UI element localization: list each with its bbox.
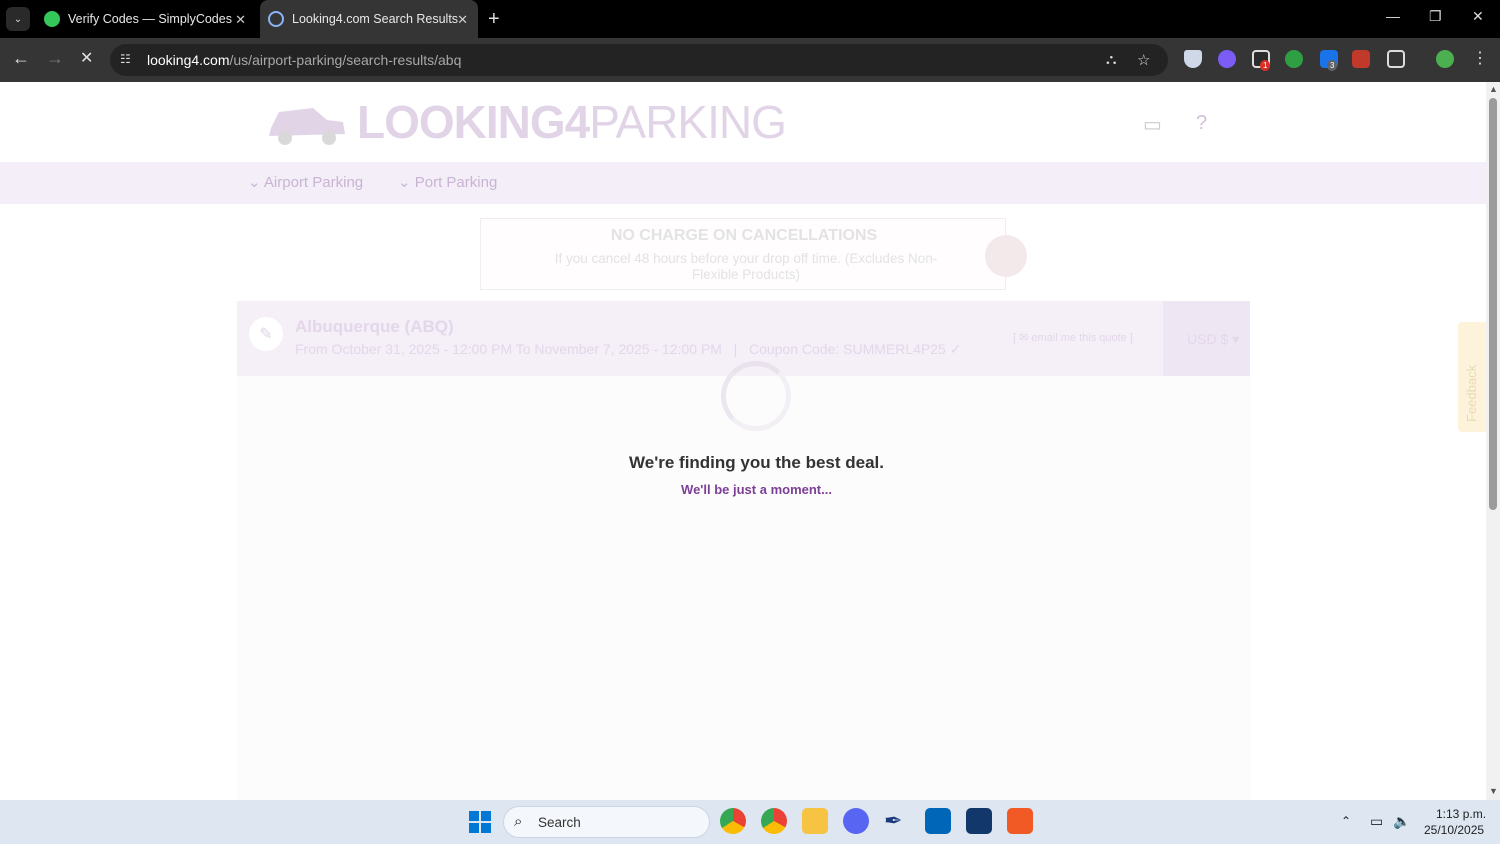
car-logo-icon (269, 108, 345, 145)
thumbs-up-icon (985, 235, 1027, 277)
chrome-profile-taskbar-icon[interactable] (761, 808, 787, 834)
page-scrollbar[interactable]: ▲ ▼ (1486, 82, 1500, 800)
manage-booking-icon[interactable]: ▭ (1143, 112, 1162, 137)
moment-text: We'll be just a moment... (681, 482, 832, 497)
vscode-icon[interactable] (925, 808, 951, 834)
cancellation-text: If you cancel 48 hours before your drop … (554, 251, 938, 282)
cancellation-title: NO CHARGE ON CANCELLATIONS (610, 227, 878, 244)
bookmark-star-icon[interactable]: ☆ (1137, 51, 1150, 69)
menu-icon[interactable]: ⋮ (1472, 48, 1488, 68)
currency-select[interactable]: USD $ ▾ (1163, 301, 1250, 376)
clock-date[interactable]: 25/10/2025 (1424, 823, 1484, 837)
tab-title: Looking4.com Search Results (292, 12, 459, 26)
extension-badge: 3 (1327, 60, 1338, 71)
file-explorer-icon[interactable] (802, 808, 828, 834)
taskbar-search[interactable]: ⌕ Search (503, 806, 710, 838)
stop-loading-icon[interactable]: ✕ (80, 48, 93, 68)
forward-icon[interactable]: → (46, 48, 64, 69)
loading-spinner (721, 361, 791, 431)
browser-toolbar: ← → ✕ ☷ looking4.com/us/airport-parking/… (0, 38, 1500, 82)
close-tab-icon[interactable]: ✕ (457, 12, 468, 28)
cancellation-banner: NO CHARGE ON CANCELLATIONS If you cancel… (480, 218, 1027, 290)
main-nav: ⌄ Airport Parking ⌄ Port Parking (0, 162, 1486, 204)
extension-badge: 1 (1260, 60, 1271, 71)
extension-icon[interactable] (1285, 50, 1303, 68)
scrollbar-thumb[interactable] (1489, 98, 1497, 510)
address-bar[interactable]: ☷ looking4.com/us/airport-parking/search… (110, 44, 1168, 76)
loading-favicon-icon (268, 11, 284, 27)
close-window-icon[interactable]: ✕ (1472, 8, 1484, 25)
browser-titlebar: ⌄ Verify Codes — SimplyCodes ✕ Looking4.… (0, 0, 1500, 38)
restore-icon[interactable]: ❐ (1429, 8, 1442, 25)
extensions-puzzle-icon[interactable] (1387, 50, 1405, 68)
nav-airport-parking[interactable]: ⌄ Airport Parking (248, 173, 363, 191)
back-icon[interactable]: ← (12, 48, 30, 69)
search-icon: ⌕ (514, 813, 523, 830)
url-text[interactable]: looking4.com/us/airport-parking/search-r… (147, 52, 461, 68)
help-icon[interactable]: ? (1196, 112, 1207, 135)
minimize-icon[interactable]: — (1386, 8, 1400, 24)
edit-pencil-icon[interactable]: ✎ (249, 317, 283, 351)
clock-time[interactable]: 1:13 p.m. (1436, 807, 1486, 821)
date-coupon-line: From October 31, 2025 - 12:00 PM To Nove… (295, 341, 962, 357)
volume-icon[interactable]: 🔈 (1393, 813, 1410, 830)
nav-port-parking[interactable]: ⌄ Port Parking (398, 173, 497, 191)
web-page: LOOKING4PARKING ▭ ? ⌄ Airport Parking ⌄ … (0, 82, 1486, 800)
chrome-taskbar-icon[interactable] (720, 808, 746, 834)
quill-icon[interactable]: ✒ (884, 808, 910, 834)
shield-extension-icon[interactable] (1184, 50, 1202, 68)
translate-icon[interactable]: ⛬ (1106, 51, 1117, 68)
new-tab-icon[interactable]: + (488, 8, 500, 31)
site-info-icon[interactable]: ☷ (120, 52, 131, 66)
results-area (237, 376, 1250, 800)
tray-chevron-icon[interactable]: ⌃ (1341, 814, 1351, 828)
tab-search-icon[interactable]: ⌄ (6, 7, 30, 31)
looking4parking-logo[interactable]: LOOKING4PARKING (265, 92, 787, 152)
logo-text: LOOKING4PARKING (357, 96, 787, 148)
extension-icon[interactable] (1352, 50, 1370, 68)
finding-deal-text: We're finding you the best deal. (629, 453, 884, 472)
tab-looking4[interactable]: Looking4.com Search Results ✕ (260, 0, 478, 38)
windows-start-icon[interactable] (469, 811, 491, 833)
tab-simplycodes[interactable]: Verify Codes — SimplyCodes ✕ (34, 0, 256, 38)
discord-icon[interactable] (843, 808, 869, 834)
close-tab-icon[interactable]: ✕ (235, 12, 246, 28)
email-quote-link[interactable]: [ ✉ email me this quote ] (1013, 331, 1133, 344)
scroll-down-icon[interactable]: ▼ (1489, 786, 1498, 796)
app-icon[interactable] (966, 808, 992, 834)
profile-avatar[interactable] (1436, 50, 1454, 68)
xampp-icon[interactable] (1007, 808, 1033, 834)
network-icon[interactable]: ▭ (1370, 813, 1383, 830)
taskbar-search-label: Search (538, 815, 581, 830)
tab-title: Verify Codes — SimplyCodes (68, 12, 232, 26)
scroll-up-icon[interactable]: ▲ (1489, 84, 1498, 94)
feedback-tab[interactable]: Feedback (1458, 322, 1486, 432)
simplycodes-favicon-icon (44, 11, 60, 27)
windows-taskbar: ✒ ⌃ ▭ 🔈 1:13 p.m. 25/10/2025 (0, 800, 1500, 844)
location-title: Albuquerque (ABQ) (295, 317, 454, 336)
extension-icon[interactable] (1218, 50, 1236, 68)
